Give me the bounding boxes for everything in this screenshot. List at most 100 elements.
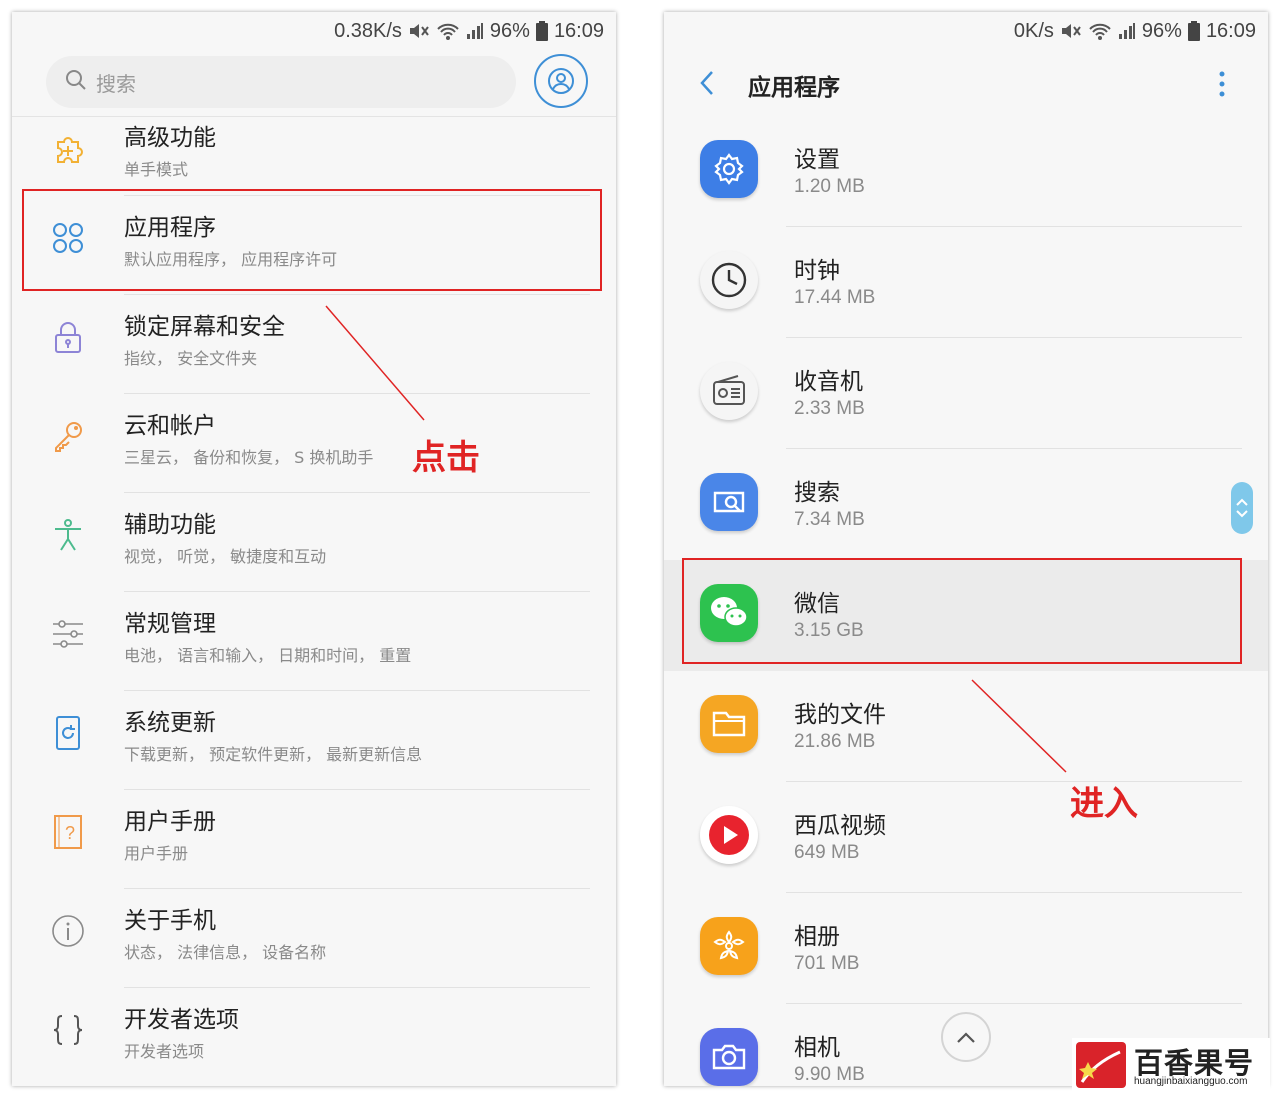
clock-time: 16:09 [553,19,604,42]
setting-developer-options[interactable]: 开发者选项 开发者选项 [12,988,616,1086]
signal-icon [466,22,484,40]
setting-user-manual[interactable]: ? 用户手册 用户手册 [12,790,616,889]
app-name: 相册 [794,924,840,950]
clock-time: 16:09 [1205,19,1256,42]
setting-subtitle: 视觉， 听觉， 敏捷度和互动 [124,547,327,566]
search-placeholder: 搜索 [96,71,136,96]
gallery-icon [700,917,758,975]
signal-icon [1118,22,1136,40]
setting-title: 云和帐户 [124,413,216,439]
app-name: 我的文件 [794,702,886,728]
setting-title: 开发者选项 [124,1007,239,1033]
app-name: 西瓜视频 [794,813,886,839]
battery-percent: 96% [1141,19,1182,42]
status-bar: 0K/s 96% 16:09 [664,12,1268,50]
fast-scroll-handle[interactable] [1231,482,1253,534]
battery-icon [535,21,548,41]
setting-title: 系统更新 [124,710,216,736]
setting-accessibility[interactable]: 辅助功能 视觉， 听觉， 敏捷度和互动 [12,493,616,592]
setting-title: 锁定屏幕和安全 [124,314,285,340]
app-size: 21.86 MB [794,731,876,752]
setting-title: 关于手机 [124,908,216,934]
setting-title: 高级功能 [124,125,216,151]
app-item-radio[interactable]: 收音机 2.33 MB [664,338,1268,449]
app-size: 2.33 MB [794,398,865,419]
app-name: 收音机 [794,369,863,395]
scroll-to-top-button[interactable] [941,1012,991,1062]
apps-screen: 0K/s 96% 16:09 应用程序 设置 1.20 MB 时钟 17.44 … [664,12,1268,1086]
setting-subtitle: 电池， 语言和输入， 日期和时间， 重置 [124,646,412,665]
highlight-box [682,558,1242,664]
app-item-search[interactable]: 搜索 7.34 MB [664,449,1268,560]
highlight-box [22,189,602,291]
app-size: 1.20 MB [794,176,865,197]
app-item-clock[interactable]: 时钟 17.44 MB [664,227,1268,338]
setting-subtitle: 用户手册 [124,844,189,863]
sliders-icon [48,614,88,654]
app-name: 设置 [794,147,840,173]
setting-general-management[interactable]: 常规管理 电池， 语言和输入， 日期和时间， 重置 [12,592,616,691]
app-size: 649 MB [794,842,860,863]
setting-subtitle: 开发者选项 [124,1042,205,1061]
profile-icon [548,68,574,94]
settings-screen: 0.38K/s 96% 16:09 搜索 高级功能 单手模式 应用程序 默认应用… [12,12,616,1086]
setting-subtitle: 单手模式 [124,160,189,179]
camera-icon [700,1028,758,1086]
app-name: 搜索 [794,480,840,506]
status-bar: 0.38K/s 96% 16:09 [12,12,616,50]
braces-icon [48,1010,88,1050]
clock-icon [700,251,758,309]
app-item-xigua-video[interactable]: 西瓜视频 649 MB [664,782,1268,893]
setting-cloud-accounts[interactable]: 云和帐户 三星云， 备份和恢复， S 换机助手 [12,394,616,493]
app-size: 9.90 MB [794,1064,865,1085]
back-arrow-icon [700,71,713,95]
puzzle-plus-icon [48,130,88,170]
more-options-button[interactable] [1212,68,1232,100]
chevron-up-icon [957,1032,975,1043]
search-app-icon [700,473,758,531]
setting-lock-screen[interactable]: 锁定屏幕和安全 指纹， 安全文件夹 [12,295,616,394]
logo-mark-icon [1076,1042,1126,1088]
app-bar: 应用程序 [664,54,1268,116]
setting-title: 常规管理 [124,611,216,637]
profile-button[interactable] [534,54,588,108]
key-icon [48,416,88,456]
setting-system-update[interactable]: 系统更新 下载更新， 预定软件更新， 最新更新信息 [12,691,616,790]
setting-subtitle: 三星云， 备份和恢复， S 换机助手 [124,448,374,467]
annotation-click: 点击 [412,438,480,478]
wifi-icon [1088,21,1112,41]
app-name: 相机 [794,1035,840,1061]
info-icon [48,911,88,951]
network-speed: 0.38K/s [334,19,402,42]
setting-subtitle: 指纹， 安全文件夹 [124,349,258,368]
setting-about-phone[interactable]: 关于手机 状态， 法律信息， 设备名称 [12,889,616,988]
network-speed: 0K/s [1013,19,1054,42]
svg-text:?: ? [65,823,75,843]
app-item-gallery[interactable]: 相册 701 MB [664,893,1268,1004]
radio-icon [700,362,758,420]
settings-gear-icon [700,140,758,198]
battery-percent: 96% [489,19,530,42]
app-size: 17.44 MB [794,287,876,308]
app-item-settings[interactable]: 设置 1.20 MB [664,116,1268,227]
setting-advanced-features[interactable]: 高级功能 单手模式 [12,116,616,196]
wifi-icon [436,21,460,41]
setting-subtitle: 下载更新， 预定软件更新， 最新更新信息 [124,745,423,764]
battery-icon [1187,21,1200,41]
app-size: 7.34 MB [794,509,865,530]
app-item-my-files[interactable]: 我的文件 21.86 MB [664,671,1268,782]
back-button[interactable] [692,68,722,98]
chevron-down-icon [1236,510,1248,518]
folder-icon [700,695,758,753]
chevron-up-icon [1236,498,1248,506]
setting-title: 用户手册 [124,809,216,835]
brand-logo: 百香果号 huangjinbaixiangguo.com [1072,1038,1270,1093]
setting-title: 辅助功能 [124,512,216,538]
page-title: 应用程序 [748,75,840,101]
search-input[interactable]: 搜索 [46,56,516,108]
xigua-video-icon [700,806,758,864]
annotation-enter: 进入 [1070,784,1138,824]
app-size: 701 MB [794,953,860,974]
app-name: 时钟 [794,258,840,284]
search-icon [64,68,88,96]
